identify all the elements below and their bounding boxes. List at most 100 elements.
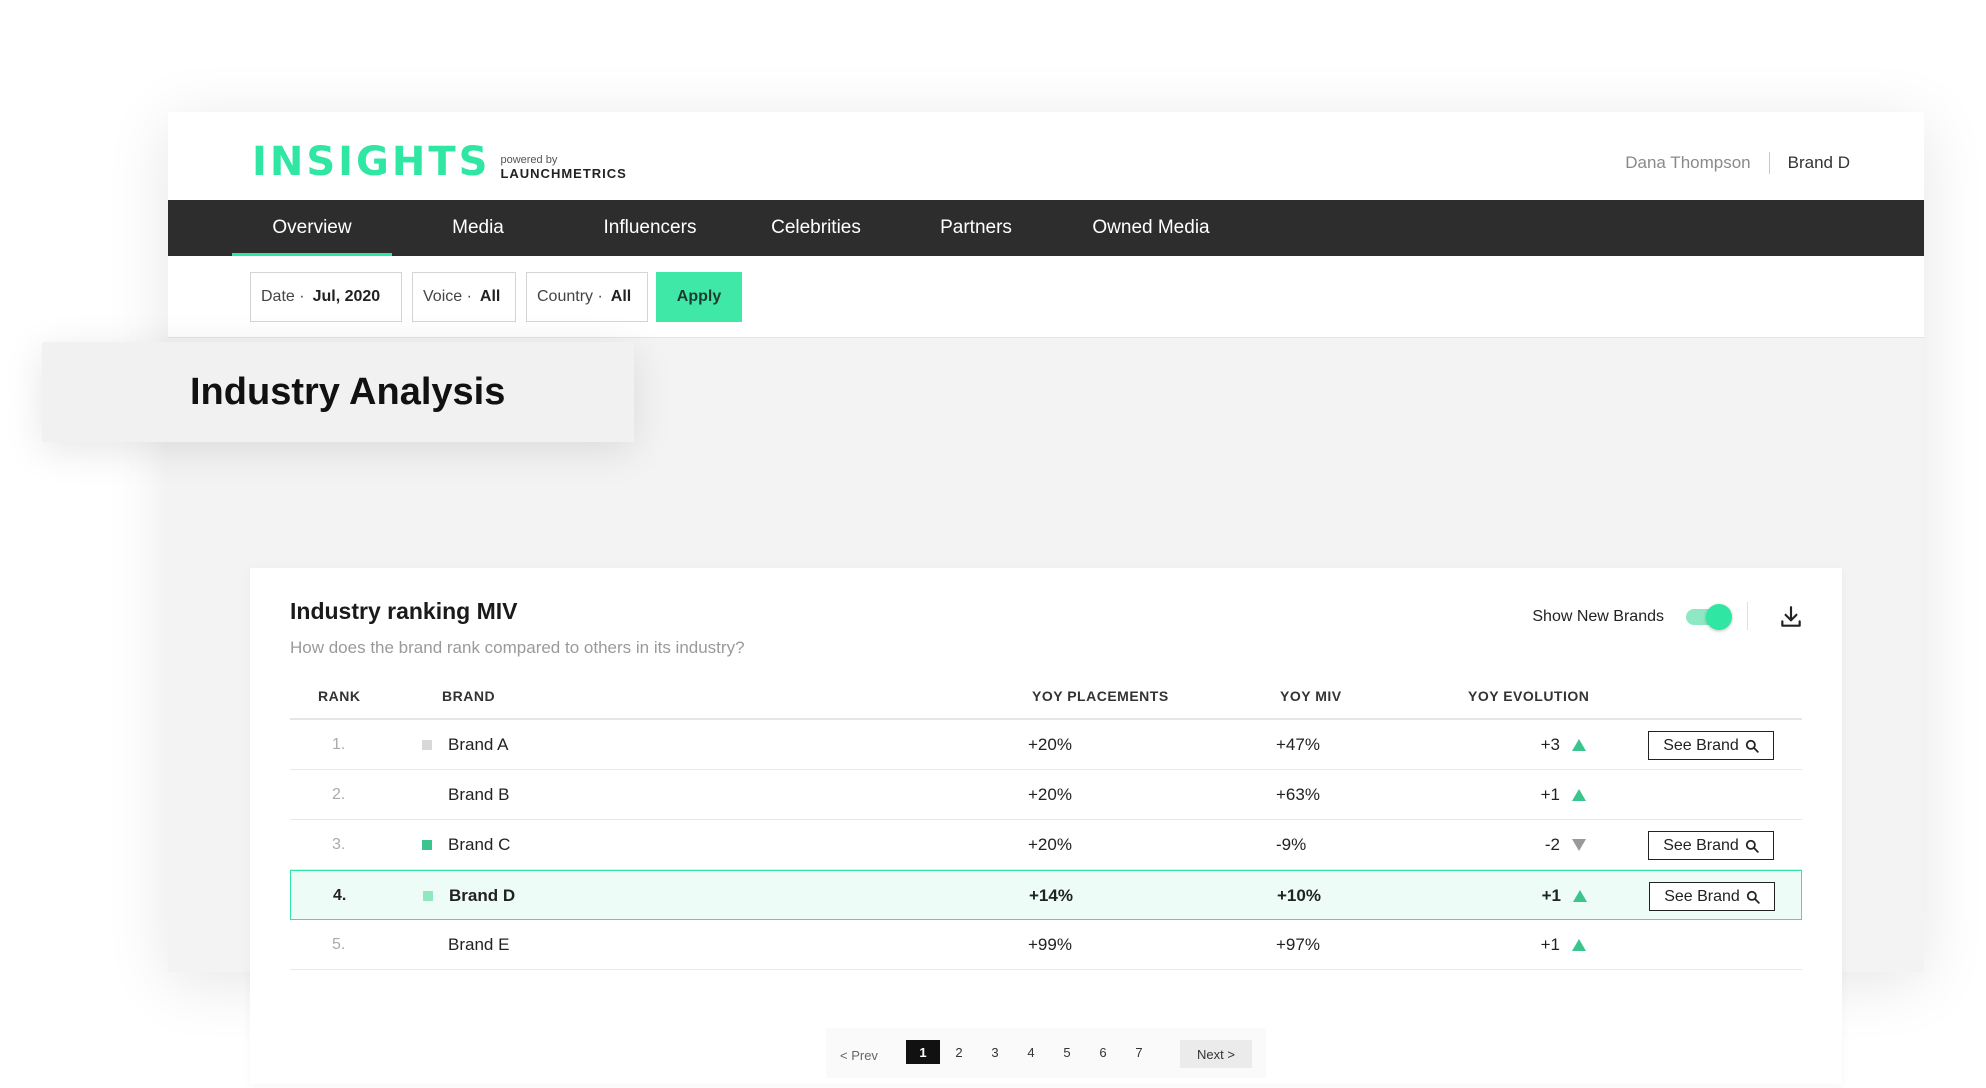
voice-filter-value: All [479, 288, 501, 305]
placements-cell: +20% [1028, 835, 1072, 854]
brand-swatch [423, 871, 433, 921]
voice-filter[interactable]: Voice · All [412, 272, 516, 322]
table-row[interactable]: 3. Brand C +20% -9% -2 See Brand [290, 820, 1802, 870]
miv-cell: +47% [1276, 735, 1320, 754]
page-number-5[interactable]: 5 [1050, 1040, 1084, 1064]
brand-swatch [422, 820, 432, 870]
user-name[interactable]: Dana Thompson [1625, 153, 1750, 173]
page-number-4[interactable]: 4 [1014, 1040, 1048, 1064]
search-icon [1746, 890, 1760, 904]
placements-cell: +99% [1028, 935, 1072, 954]
rank-cell: 2. [332, 786, 346, 803]
evolution-cell: +1 [1540, 935, 1560, 954]
see-brand-label: See Brand [1663, 836, 1739, 854]
pagination: < Prev 1234567 Next > [826, 1028, 1266, 1078]
table-body: 1. Brand A +20% +47% +3 See Brand 2. Brand B +20… [290, 720, 1802, 970]
industry-ranking-card: Industry ranking MIV How does the brand … [250, 568, 1842, 1084]
tab-media[interactable]: Media [398, 200, 558, 256]
logo-wordmark: INSIGHTS [252, 139, 491, 185]
see-brand-button[interactable]: See Brand [1649, 882, 1775, 911]
brand-swatch [422, 920, 432, 970]
page-number-2[interactable]: 2 [942, 1040, 976, 1064]
voice-filter-label: Voice · [423, 288, 472, 305]
miv-cell: -9% [1276, 835, 1307, 854]
column-rank[interactable]: RANK [318, 688, 360, 704]
user-separator [1768, 152, 1770, 174]
see-brand-button[interactable]: See Brand [1648, 731, 1774, 760]
column-yoy-evolution[interactable]: YOY EVOLUTION [1468, 688, 1589, 704]
trend-down-icon [1572, 820, 1586, 870]
date-filter-value: Jul, 2020 [312, 288, 381, 305]
rank-cell: 5. [332, 936, 346, 953]
page-number-6[interactable]: 6 [1086, 1040, 1120, 1064]
tab-partners[interactable]: Partners [896, 200, 1056, 256]
page-number-1[interactable]: 1 [906, 1040, 940, 1064]
section-title-card: Industry Analysis [42, 342, 634, 442]
ranking-table: RANK BRAND YOY PLACEMENTS YOY MIV YOY EV… [290, 688, 1802, 970]
column-yoy-miv[interactable]: YOY MIV [1280, 688, 1342, 704]
current-brand[interactable]: Brand D [1788, 153, 1850, 173]
date-filter-label: Date · [261, 288, 305, 305]
logo[interactable]: INSIGHTS powered by LAUNCHMETRICS [252, 142, 627, 182]
column-brand[interactable]: BRAND [442, 688, 495, 704]
brand-cell: Brand A [448, 735, 509, 754]
filter-bar: Date · Jul, 2020 Voice · All Country · A… [168, 256, 1924, 338]
table-row[interactable]: 5. Brand E +99% +97% +1 [290, 920, 1802, 970]
trend-up-icon [1572, 920, 1586, 970]
rank-cell: 3. [332, 836, 346, 853]
toggle-knob [1706, 604, 1732, 630]
logo-launchmetrics: LAUNCHMETRICS [500, 166, 627, 181]
search-icon [1745, 739, 1759, 753]
search-icon [1745, 839, 1759, 853]
brand-cell: Brand E [448, 935, 510, 954]
table-row[interactable]: 2. Brand B +20% +63% +1 [290, 770, 1802, 820]
download-icon[interactable] [1778, 604, 1804, 630]
rank-cell: 4. [333, 887, 347, 904]
see-brand-button[interactable]: See Brand [1648, 831, 1774, 860]
placements-cell: +20% [1028, 785, 1072, 804]
trend-up-icon [1572, 770, 1586, 820]
country-filter-value: All [610, 288, 632, 305]
evolution-cell: +3 [1540, 735, 1560, 754]
card-subtitle: How does the brand rank compared to othe… [290, 638, 745, 657]
brand-cell: Brand B [448, 785, 510, 804]
miv-cell: +10% [1277, 886, 1321, 905]
user-area: Dana Thompson Brand D [1625, 152, 1850, 174]
placements-cell: +14% [1029, 886, 1073, 905]
brand-swatch [422, 720, 432, 770]
show-new-brands-label: Show New Brands [1532, 608, 1664, 625]
evolution-cell: -2 [1544, 835, 1560, 854]
prev-page-button[interactable]: < Prev [840, 1048, 878, 1063]
evolution-cell: +1 [1541, 886, 1561, 905]
rank-cell: 1. [332, 736, 346, 753]
tab-celebrities[interactable]: Celebrities [728, 200, 904, 256]
table-header: RANK BRAND YOY PLACEMENTS YOY MIV YOY EV… [290, 688, 1802, 720]
brand-swatch [422, 770, 432, 820]
country-filter[interactable]: Country · All [526, 272, 648, 322]
miv-cell: +63% [1276, 785, 1320, 804]
brand-cell: Brand D [449, 886, 516, 905]
apply-button[interactable]: Apply [656, 272, 742, 322]
column-yoy-placements[interactable]: YOY PLACEMENTS [1032, 688, 1169, 704]
header: INSIGHTS powered by LAUNCHMETRICS Dana T… [168, 112, 1924, 200]
tab-influencers[interactable]: Influencers [562, 200, 738, 256]
brand-cell: Brand C [448, 835, 511, 854]
card-title: Industry ranking MIV [290, 598, 518, 624]
main-nav: Overview Media Influencers Celebrities P… [168, 200, 1924, 256]
stage: INSIGHTS powered by LAUNCHMETRICS Dana T… [0, 0, 1986, 1088]
show-new-brands-toggle[interactable] [1686, 604, 1732, 630]
next-page-button[interactable]: Next > [1180, 1040, 1252, 1068]
see-brand-label: See Brand [1664, 887, 1740, 905]
table-row[interactable]: 4. Brand D +14% +10% +1 See Brand [290, 870, 1802, 920]
trend-up-icon [1572, 720, 1586, 770]
miv-cell: +97% [1276, 935, 1320, 954]
see-brand-label: See Brand [1663, 736, 1739, 754]
page-number-3[interactable]: 3 [978, 1040, 1012, 1064]
tab-owned-media[interactable]: Owned Media [1056, 200, 1246, 256]
date-filter[interactable]: Date · Jul, 2020 [250, 272, 402, 322]
evolution-cell: +1 [1540, 785, 1560, 804]
page-number-7[interactable]: 7 [1122, 1040, 1156, 1064]
table-row[interactable]: 1. Brand A +20% +47% +3 See Brand [290, 720, 1802, 770]
logo-subtitle: powered by LAUNCHMETRICS [500, 154, 626, 180]
tab-overview[interactable]: Overview [232, 200, 392, 256]
